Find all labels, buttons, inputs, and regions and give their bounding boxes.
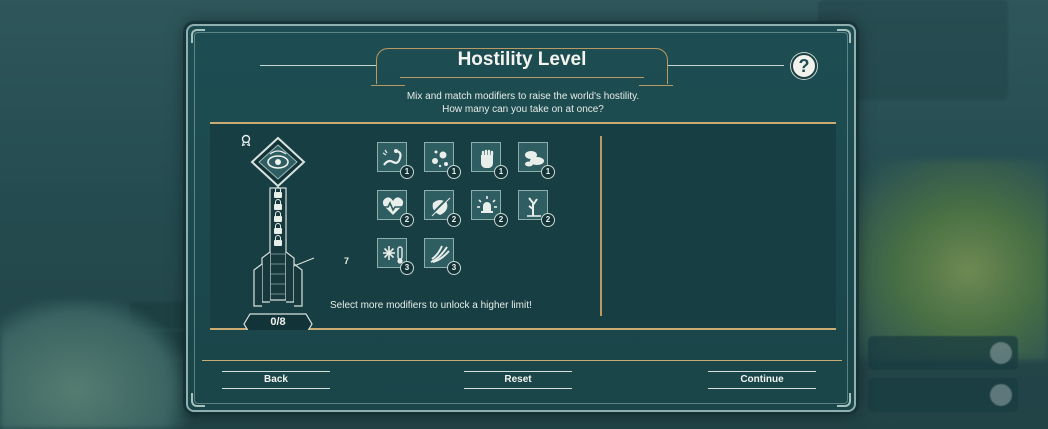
threshold-marker-value: 7 (344, 256, 350, 266)
dialog-subtitle: Mix and match modifiers to raise the wor… (308, 90, 738, 116)
modifier-tile[interactable]: 2 (518, 190, 555, 227)
hostility-dialog: Hostility Level ? Mix and match modifier… (186, 24, 856, 412)
modifier-tile[interactable]: 1 (471, 142, 508, 179)
footer-rule (202, 360, 842, 361)
modifier-cost: 3 (400, 261, 414, 275)
award-icon (241, 134, 251, 146)
modifier-tile[interactable]: 1 (518, 142, 555, 179)
dialog-corner (837, 393, 851, 407)
subtitle-line: How many can you take on at once? (442, 104, 604, 115)
unlock-hint: Select more modifiers to unlock a higher… (330, 300, 532, 311)
title-rule (260, 65, 376, 66)
dialog-corner (191, 29, 205, 43)
modifier-tile[interactable]: 2 (471, 190, 508, 227)
modifier-tile[interactable]: 1 (424, 142, 461, 179)
modifier-cost: 2 (494, 213, 508, 227)
hostility-tower-icon (243, 136, 315, 330)
dialog-corner (837, 29, 851, 43)
subtitle-line: Mix and match modifiers to raise the wor… (406, 91, 640, 102)
continue-button[interactable]: Continue (708, 369, 816, 391)
modifier-tile[interactable]: 2 (424, 190, 461, 227)
hostility-count: 0/8 (270, 316, 286, 328)
help-button[interactable]: ? (791, 53, 817, 79)
modifier-tile[interactable]: 3 (424, 238, 461, 275)
modifier-tile[interactable]: 3 (377, 238, 414, 275)
title-rule (668, 65, 784, 66)
hostility-meter: 0/8 7 (240, 134, 349, 330)
modifier-cost: 2 (541, 213, 555, 227)
dialog-corner (191, 393, 205, 407)
modifier-cost: 1 (447, 165, 461, 179)
modifier-cost: 1 (400, 165, 414, 179)
modifier-cost: 2 (400, 213, 414, 227)
modifier-panel: 0/8 7 1 1 1 1 2 2 2 2 3 3 Select more mo… (210, 122, 836, 330)
modifier-tile[interactable]: 1 (377, 142, 414, 179)
panel-divider (600, 136, 602, 316)
modifier-cost: 2 (447, 213, 461, 227)
reset-button[interactable]: Reset (464, 369, 572, 391)
modifier-tile[interactable]: 2 (377, 190, 414, 227)
back-button[interactable]: Back (222, 369, 330, 391)
modifier-cost: 3 (447, 261, 461, 275)
dialog-title: Hostility Level (457, 49, 587, 70)
modifier-cost: 1 (494, 165, 508, 179)
modifier-cost: 1 (541, 165, 555, 179)
title-underline (400, 77, 644, 78)
